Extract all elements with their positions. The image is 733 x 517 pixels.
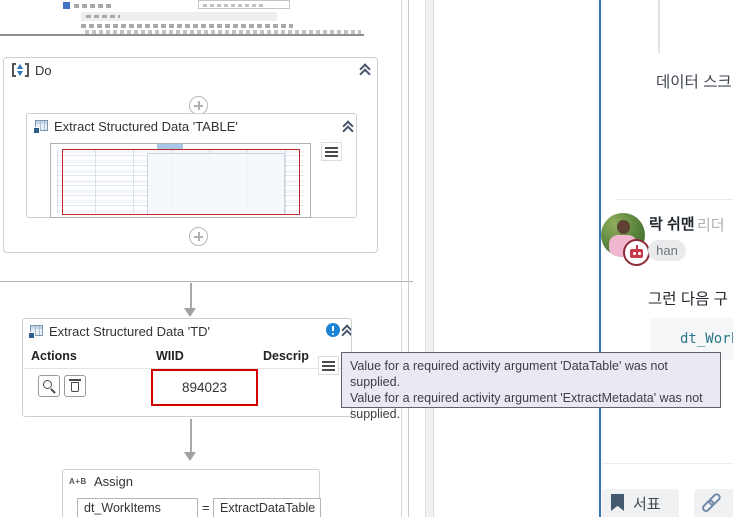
validation-tooltip: Value for a required activity argument '… bbox=[341, 352, 721, 421]
code-text: dt_Work bbox=[680, 331, 733, 347]
menu-icon[interactable] bbox=[321, 142, 342, 161]
extract-table-activity[interactable]: Extract Structured Data 'TABLE' bbox=[26, 113, 357, 218]
extract-data-icon bbox=[28, 325, 44, 339]
panel-border bbox=[401, 0, 402, 517]
vertical-scrollbar[interactable] bbox=[425, 0, 434, 517]
forum-column-divider bbox=[658, 0, 660, 53]
equals-sign: = bbox=[202, 500, 210, 515]
search-button[interactable] bbox=[38, 375, 60, 397]
bookmark-icon bbox=[611, 494, 624, 511]
screen: Do Extract Structured Data 'TABLE' Extra… bbox=[0, 0, 733, 517]
panel-divider bbox=[0, 34, 364, 36]
do-sequence-icon bbox=[12, 63, 29, 77]
post-divider bbox=[615, 199, 733, 200]
author-title: 리더 bbox=[697, 217, 725, 234]
collapse-chevron-icon[interactable] bbox=[358, 63, 372, 80]
connector-line bbox=[190, 419, 192, 452]
wiid-value: 894023 bbox=[181, 380, 228, 395]
extract-td-title: Extract Structured Data 'TD' bbox=[49, 324, 211, 339]
do-sequence-container[interactable]: Do Extract Structured Data 'TABLE' bbox=[3, 57, 378, 253]
do-title: Do bbox=[35, 63, 52, 78]
column-header-wiid: WIID bbox=[156, 349, 184, 363]
outer-container-border bbox=[0, 281, 413, 282]
collapse-chevron-icon[interactable] bbox=[341, 120, 355, 137]
assign-activity[interactable]: A+B Assign dt_WorkItems = ExtractDataTab… bbox=[62, 469, 321, 517]
post-body-text: 그런 다음 구 bbox=[648, 291, 728, 308]
post-footer-divider bbox=[602, 463, 733, 464]
cropped-expression-box[interactable] bbox=[198, 0, 290, 9]
extract-td-header[interactable]: Extract Structured Data 'TD' bbox=[23, 319, 351, 344]
extract-data-icon bbox=[33, 120, 49, 134]
assign-icon: A+B bbox=[69, 477, 87, 486]
panel-border bbox=[408, 0, 409, 517]
collapse-chevron-icon[interactable] bbox=[340, 324, 351, 341]
assign-title: Assign bbox=[94, 474, 134, 489]
forum-badge-icon bbox=[623, 239, 650, 266]
link-icon bbox=[695, 487, 726, 517]
forum-topic-text: 데이터 스크 bbox=[656, 74, 732, 91]
connector-arrowhead-icon bbox=[184, 452, 196, 461]
column-header-description: Descrip bbox=[263, 349, 309, 363]
selection-red-outline bbox=[62, 149, 300, 215]
extract-table-title: Extract Structured Data 'TABLE' bbox=[54, 119, 238, 134]
bookmark-label: 서표 bbox=[633, 496, 661, 513]
selection-screenshot bbox=[50, 143, 311, 218]
extract-table-header[interactable]: Extract Structured Data 'TABLE' bbox=[27, 114, 356, 139]
delete-button[interactable] bbox=[64, 375, 86, 397]
bookmark-button[interactable]: 서표 bbox=[602, 489, 679, 517]
share-link-button[interactable] bbox=[694, 489, 733, 517]
wiid-cell-highlighted[interactable]: 894023 bbox=[151, 369, 258, 406]
cropped-text-line bbox=[81, 24, 293, 28]
cropped-field-bar[interactable] bbox=[81, 12, 277, 21]
cropped-activity-text bbox=[74, 4, 114, 8]
connector-line bbox=[190, 283, 192, 308]
menu-icon[interactable] bbox=[318, 356, 339, 375]
column-header-actions: Actions bbox=[31, 349, 77, 363]
window-edge-accent bbox=[599, 0, 601, 517]
connector-arrowhead-icon bbox=[184, 308, 196, 317]
assign-value-field[interactable]: ExtractDataTable bbox=[213, 498, 321, 517]
add-activity-icon[interactable] bbox=[189, 227, 208, 246]
extract-td-activity[interactable]: Extract Structured Data 'TD' Actions WII… bbox=[22, 318, 352, 417]
author-group-badge[interactable]: han bbox=[648, 240, 686, 261]
do-header[interactable]: Do bbox=[4, 58, 377, 83]
assign-to-field[interactable]: dt_WorkItems bbox=[77, 498, 198, 517]
validation-error-icon[interactable] bbox=[326, 323, 340, 337]
assign-header[interactable]: A+B Assign bbox=[63, 470, 319, 494]
author-name[interactable]: 락 쉬맨 bbox=[649, 213, 695, 234]
cropped-activity-icon bbox=[63, 2, 70, 9]
